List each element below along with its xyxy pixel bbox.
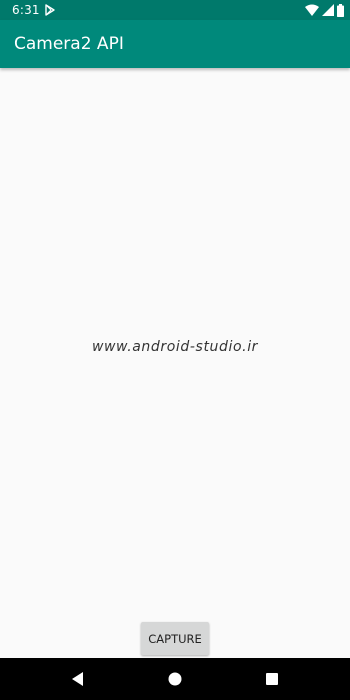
home-icon[interactable] (165, 669, 185, 689)
status-bar: 6:31 (0, 0, 350, 20)
app-bar: Camera2 API (0, 20, 350, 68)
status-icons (305, 3, 344, 17)
back-icon[interactable] (68, 669, 88, 689)
capture-button[interactable]: CAPTURE (141, 622, 209, 655)
app-title: Camera2 API (14, 34, 124, 54)
battery-icon (337, 3, 344, 17)
navigation-bar (0, 658, 350, 700)
cellular-signal-icon (322, 4, 334, 16)
play-store-notification-icon (45, 4, 55, 16)
status-time: 6:31 (12, 3, 40, 17)
recents-icon[interactable] (262, 669, 282, 689)
wifi-icon (305, 4, 319, 16)
watermark-text: www.android-studio.ir (91, 339, 259, 355)
